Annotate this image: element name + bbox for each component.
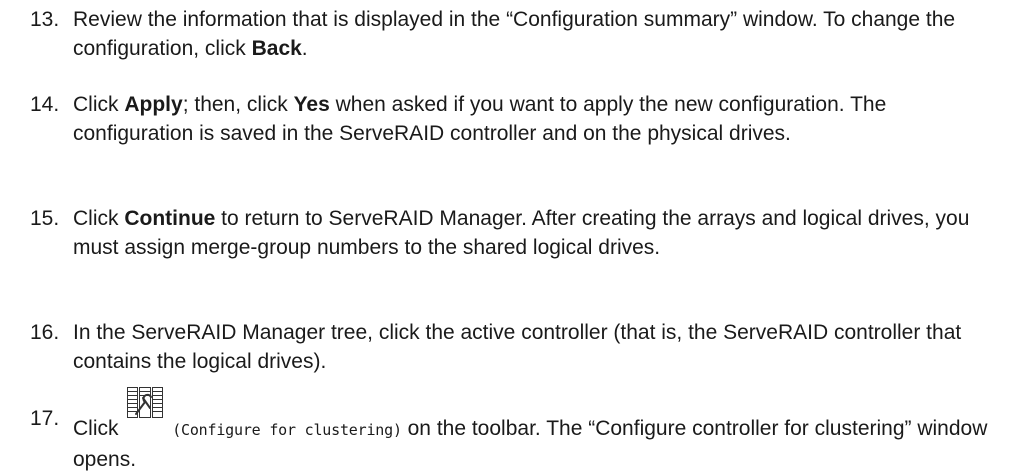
ui-term-continue: Continue	[124, 207, 216, 230]
step-text-segment: Click	[73, 207, 125, 230]
step-number: 15.	[30, 207, 60, 230]
step-13: 13. Review the information that is displ…	[30, 5, 990, 63]
configure-for-clustering-icon	[126, 386, 164, 420]
step-text-segment: In the ServeRAID Manager tree, click the…	[73, 321, 962, 373]
step-text-segment: ; then, click	[182, 93, 294, 116]
icon-caption: (Configure for clustering)	[172, 421, 402, 439]
step-text: In the ServeRAID Manager tree, click the…	[73, 318, 990, 376]
step-14: 14. Click Apply; then, click Yes when as…	[30, 90, 990, 148]
step-text: Review the information that is displayed…	[73, 5, 990, 63]
step-17: 17. Click (Configure for clustering) on …	[30, 387, 990, 474]
step-number: 13.	[30, 8, 60, 31]
instruction-document: 13. Review the information that is displ…	[0, 0, 1018, 471]
ui-term-back: Back	[251, 37, 302, 60]
ui-term-apply: Apply	[124, 93, 183, 116]
step-text: Click Apply; then, click Yes when asked …	[73, 90, 990, 148]
step-text-segment: Click	[73, 417, 119, 440]
step-text-segment: Review the information that is displayed…	[73, 8, 956, 60]
step-16: 16. In the ServeRAID Manager tree, click…	[30, 318, 990, 376]
ui-term-yes: Yes	[293, 93, 330, 116]
step-text: Click Continue to return to ServeRAID Ma…	[73, 204, 990, 262]
step-15: 15. Click Continue to return to ServeRAI…	[30, 204, 990, 262]
step-number: 17.	[30, 407, 60, 430]
step-text-segment: .	[301, 37, 308, 60]
step-number: 16.	[30, 321, 60, 344]
step-text-segment: Click	[73, 93, 125, 116]
step-text: Click (Configure for clustering) on the …	[73, 387, 990, 474]
step-number: 14.	[30, 93, 60, 116]
